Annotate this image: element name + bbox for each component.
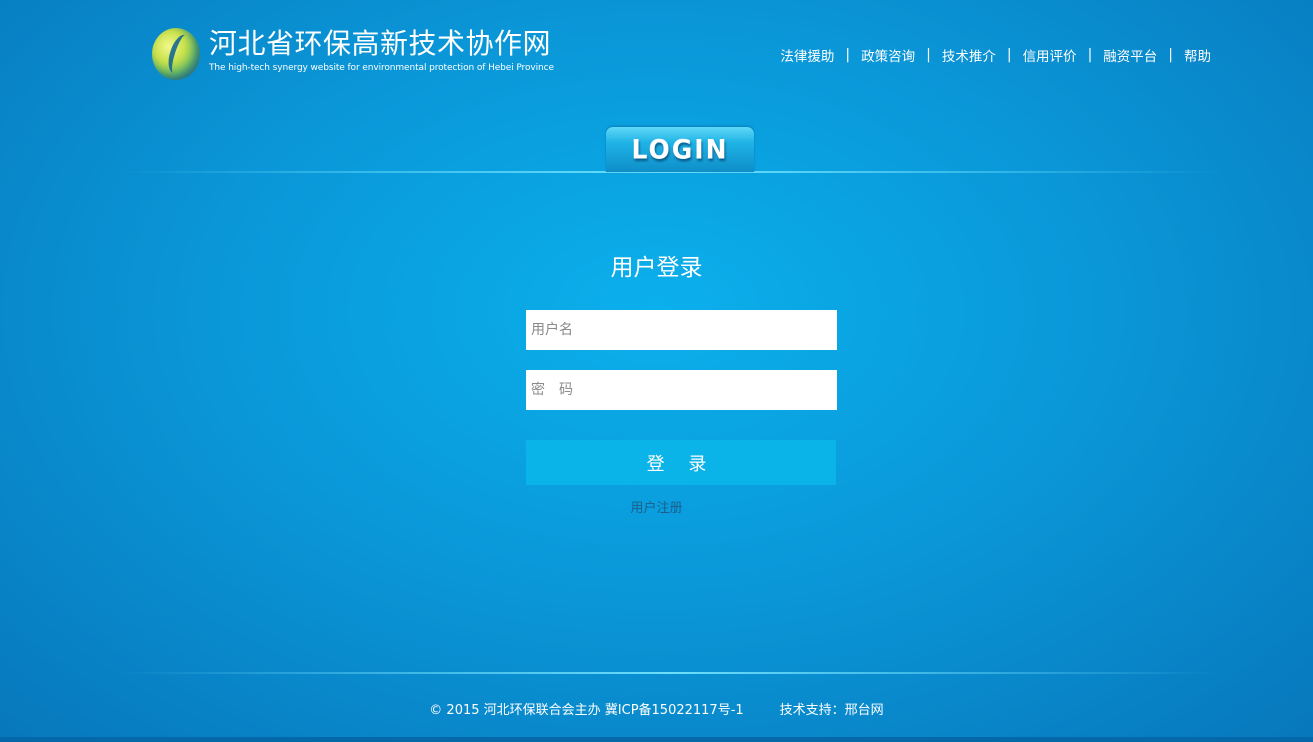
nav-item-legal-aid[interactable]: 法律援助 — [780, 45, 834, 65]
footer: © 2015 河北环保联合会主办 冀ICP备15022117号-1 技术支持：邢台… — [0, 699, 1313, 718]
nav-separator: | — [1006, 47, 1012, 63]
nav-item-tech-promotion[interactable]: 技术推介 — [942, 45, 996, 65]
top-nav: 法律援助 | 政策咨询 | 技术推介 | 信用评价 | 融资平台 | 帮助 — [780, 45, 1211, 65]
footer-copyright: © 2015 河北环保联合会主办 冀ICP备15022117号-1 — [429, 703, 744, 718]
nav-separator: | — [926, 47, 931, 63]
leaf-s-logo-icon — [152, 28, 200, 80]
password-field[interactable] — [526, 370, 837, 410]
nav-item-policy-consult[interactable]: 政策咨询 — [861, 45, 915, 65]
footer-support: 技术支持：邢台网 — [779, 703, 884, 718]
nav-item-financing[interactable]: 融资平台 — [1103, 45, 1157, 65]
login-tab: LOGIN — [606, 127, 754, 172]
site-title: 河北省环保高新技术协作网 — [209, 27, 552, 60]
register-link[interactable]: 用户注册 — [0, 497, 1313, 516]
site-subtitle: The high-tech synergy website for enviro… — [209, 63, 554, 73]
nav-item-help[interactable]: 帮助 — [1184, 45, 1211, 65]
logo-text: 河北省环保高新技术协作网 The high-tech synergy websi… — [209, 28, 554, 74]
nav-separator: | — [1168, 47, 1173, 63]
bottom-divider — [120, 672, 1220, 674]
form-title: 用户登录 — [610, 255, 703, 281]
nav-item-credit-rating[interactable]: 信用评价 — [1023, 45, 1077, 65]
login-tab-label: LOGIN — [631, 133, 729, 166]
login-button[interactable]: 登 录 — [526, 440, 836, 485]
nav-separator: | — [845, 47, 851, 63]
site-logo[interactable]: 河北省环保高新技术协作网 The high-tech synergy websi… — [152, 28, 554, 80]
username-field[interactable] — [526, 310, 837, 350]
bottom-bar — [0, 737, 1313, 742]
nav-separator: | — [1087, 47, 1093, 63]
